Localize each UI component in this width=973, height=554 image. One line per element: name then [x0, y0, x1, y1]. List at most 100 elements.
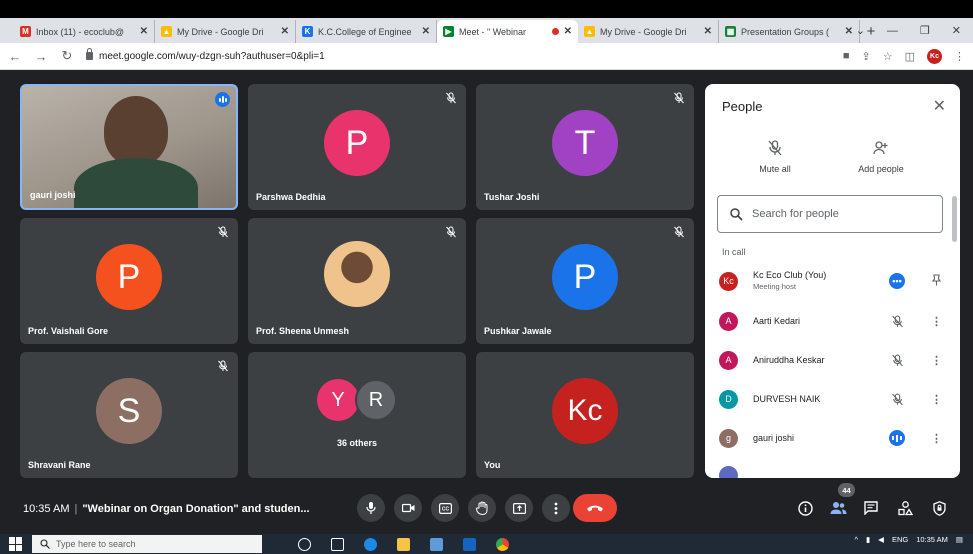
close-tab-icon[interactable]: ✕ — [422, 26, 430, 37]
participant-name: 36 others — [336, 438, 378, 448]
windows-start-icon[interactable] — [9, 537, 23, 551]
window-controls: ⌄ — ❐ ✕ — [856, 18, 973, 43]
raise-hand-icon — [476, 501, 488, 515]
tray-overflow-icon[interactable]: ^ — [854, 536, 858, 544]
close-panel-icon[interactable]: ✕ — [933, 96, 946, 116]
people-icon — [830, 502, 846, 514]
chat-icon — [864, 501, 878, 515]
pin-icon[interactable] — [931, 273, 941, 289]
participant-tile[interactable]: gauri joshi — [20, 84, 238, 210]
chat-button[interactable] — [862, 499, 880, 517]
maximize-button[interactable]: ❐ — [920, 24, 930, 37]
host-options-icon[interactable]: ••• — [889, 273, 905, 289]
participant-tile[interactable]: T Tushar Joshi — [476, 84, 694, 210]
people-panel: People ✕ Mute all Add people Search for … — [705, 84, 960, 478]
participant-avatar: g — [719, 428, 738, 448]
google-sheets-icon: ▦ — [725, 26, 736, 37]
taskbar-search-placeholder: Type here to search — [56, 539, 136, 549]
mic-off-icon[interactable] — [889, 391, 905, 407]
clock[interactable]: 10:35 AM — [916, 536, 948, 544]
participant-tile[interactable]: P Parshwa Dedhia — [248, 84, 466, 210]
close-tab-icon[interactable]: ✕ — [140, 26, 148, 37]
participant-tile[interactable]: P Pushkar Jawale — [476, 218, 694, 344]
close-tab-icon[interactable]: ✕ — [704, 26, 712, 37]
participant-tile[interactable]: Y R 36 others — [248, 352, 466, 478]
close-tab-icon[interactable]: ✕ — [281, 26, 289, 37]
meeting-details-button[interactable] — [796, 499, 814, 517]
minimize-button[interactable]: — — [887, 25, 898, 37]
participant-row[interactable]: A Aniruddha Keskar ⋮ — [719, 345, 945, 375]
google-drive-icon: ▲ — [584, 26, 595, 37]
notifications-icon[interactable]: ▤ — [956, 536, 963, 544]
file-explorer-icon[interactable] — [397, 537, 410, 551]
more-options-button[interactable] — [542, 494, 570, 522]
tab-title: My Drive - Google Dri — [177, 26, 264, 37]
browser-tab-3[interactable]: ▶ Meet - " Webinar ✕ — [437, 20, 578, 43]
mute-all-button[interactable]: Mute all — [755, 140, 795, 174]
network-icon[interactable]: ▮ — [866, 536, 870, 544]
microphone-button[interactable] — [357, 494, 385, 522]
close-tab-icon[interactable]: ✕ — [845, 26, 853, 37]
bookmark-star-icon[interactable]: ☆ — [883, 50, 893, 63]
mic-off-icon[interactable] — [889, 352, 905, 368]
leave-call-button[interactable] — [573, 494, 617, 522]
forward-button[interactable]: → — [34, 49, 48, 64]
captions-button[interactable]: CC — [431, 494, 459, 522]
store-icon[interactable] — [430, 537, 443, 551]
edge-browser-icon[interactable] — [364, 537, 377, 551]
browser-tab-4[interactable]: ▲ My Drive - Google Dri ✕ — [578, 20, 719, 43]
participant-tile[interactable]: S Shravani Rane — [20, 352, 238, 478]
chrome-icon[interactable] — [496, 537, 509, 551]
taskbar-search-input[interactable]: Type here to search — [32, 535, 262, 553]
meeting-info: 10:35 AM | "Webinar on Organ Donation" and… — [23, 503, 310, 515]
activities-button[interactable] — [896, 499, 914, 517]
participant-tile[interactable]: Kc You — [476, 352, 694, 478]
tab-search-icon[interactable]: ⌄ — [856, 24, 865, 37]
mic-off-icon[interactable] — [889, 313, 905, 329]
participant-tile[interactable]: P Prof. Vaishali Gore — [20, 218, 238, 344]
recording-indicator-icon — [551, 28, 559, 35]
browser-tab-2[interactable]: K K.C.College of Enginee ✕ — [296, 20, 437, 43]
participant-more-icon[interactable]: ⋮ — [931, 315, 942, 328]
reload-button[interactable]: ↻ — [60, 48, 74, 64]
camera-button[interactable] — [394, 494, 422, 522]
search-people-input[interactable]: Search for people — [717, 195, 943, 233]
profile-avatar[interactable]: Kc — [927, 48, 942, 64]
volume-icon[interactable]: ◀ — [878, 536, 884, 544]
gmail-icon: M — [20, 26, 31, 37]
participant-row[interactable]: Kc Kc Eco Club (You) Meeting host ••• — [719, 266, 945, 296]
share-icon[interactable]: ⇪ — [862, 50, 871, 63]
raise-hand-button[interactable] — [468, 494, 496, 522]
mic-off-icon — [217, 225, 229, 238]
cortana-icon[interactable] — [298, 537, 311, 551]
task-view-icon[interactable] — [331, 537, 344, 551]
language-indicator[interactable]: ENG — [892, 536, 908, 544]
participant-tile[interactable]: Prof. Sheena Unmesh — [248, 218, 466, 344]
close-tab-icon[interactable]: ✕ — [564, 26, 572, 37]
mail-icon[interactable] — [463, 537, 476, 551]
speaking-indicator-icon — [215, 92, 230, 107]
add-people-button[interactable]: Add people — [853, 140, 909, 174]
people-button[interactable] — [829, 499, 847, 517]
participant-more-icon[interactable]: ⋮ — [931, 432, 942, 445]
participant-row[interactable]: g gauri joshi ⋮ — [719, 423, 945, 453]
url-field[interactable]: meet.google.com/wuy-dzgn-suh?authuser=0&… — [86, 48, 831, 62]
present-button[interactable] — [505, 494, 533, 522]
participant-row[interactable]: D DURVESH NAIK ⋮ — [719, 384, 945, 414]
info-icon — [797, 500, 813, 516]
browser-tab-5[interactable]: ▦ Presentation Groups (✕ — [719, 20, 860, 43]
shield-lock-icon — [932, 500, 946, 516]
participant-more-icon[interactable]: ⋮ — [931, 393, 942, 406]
browser-tab-1[interactable]: ▲ My Drive - Google Dri ✕ — [155, 20, 296, 43]
side-panel-icon[interactable]: ◫ — [905, 50, 915, 63]
participant-more-icon[interactable]: ⋮ — [931, 354, 942, 367]
initial-avatar: P — [324, 110, 390, 176]
camera-in-use-icon[interactable]: ■ — [843, 50, 850, 62]
browser-tab-0[interactable]: M Inbox (11) - ecoclub@ ✕ — [14, 20, 155, 43]
back-button[interactable]: ← — [8, 49, 22, 64]
host-controls-button[interactable] — [930, 499, 948, 517]
browser-menu-icon[interactable]: ⋮ — [954, 50, 965, 63]
close-window-button[interactable]: ✕ — [952, 24, 961, 37]
panel-scrollbar[interactable] — [952, 196, 957, 242]
participant-row[interactable]: A Aarti Kedari ⋮ — [719, 306, 945, 336]
